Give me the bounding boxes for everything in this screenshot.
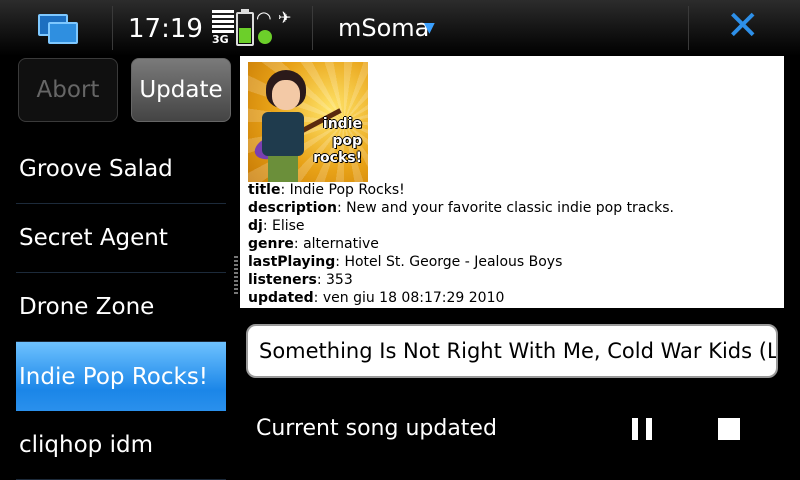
info-row-dj: dj: Elise <box>248 218 305 234</box>
now-playing-field[interactable]: Something Is Not Right With Me, Cold War… <box>246 324 778 378</box>
status-separator <box>688 6 689 50</box>
pause-button[interactable] <box>632 418 654 440</box>
status-separator <box>312 6 313 50</box>
cover-text: indie pop rocks! <box>313 116 362 166</box>
stop-button[interactable] <box>718 418 740 440</box>
status-bar: 17:19 3G ◠ ✈ mSoma ▼ ✕ <box>0 0 800 56</box>
battery-icon <box>236 9 254 46</box>
status-message: Current song updated <box>256 416 497 441</box>
clock: 17:19 <box>128 14 203 44</box>
station-item-groove-salad[interactable]: Groove Salad <box>16 135 226 204</box>
abort-button[interactable]: Abort <box>18 58 118 122</box>
network-type-label: 3G <box>212 33 229 46</box>
info-row-last-playing: lastPlaying: Hotel St. George - Jealous … <box>248 254 563 270</box>
splitter-handle[interactable] <box>234 256 238 296</box>
station-item-secret-agent[interactable]: Secret Agent <box>16 204 226 273</box>
station-item-drone-zone[interactable]: Drone Zone <box>16 273 226 342</box>
app-title-menu[interactable]: mSoma <box>338 14 429 42</box>
station-list: Groove Salad Secret Agent Drone Zone Ind… <box>16 135 226 480</box>
info-row-description: description: New and your favorite class… <box>248 200 674 216</box>
close-icon[interactable]: ✕ <box>726 6 760 46</box>
chevron-down-icon[interactable]: ▼ <box>424 20 435 36</box>
channel-details: title: Indie Pop Rocks! description: New… <box>248 181 674 307</box>
station-item-cliqhop-idm[interactable]: cliqhop idm <box>16 411 226 480</box>
info-row-genre: genre: alternative <box>248 236 379 252</box>
info-row-listeners: listeners: 353 <box>248 272 353 288</box>
channel-info-panel: indie pop rocks! title: Indie Pop Rocks!… <box>240 56 784 308</box>
info-row-updated: updated: ven giu 18 08:17:29 2010 <box>248 290 505 306</box>
info-row-title: title: Indie Pop Rocks! <box>248 182 405 198</box>
online-status-icon <box>258 30 272 44</box>
station-item-indie-pop-rocks[interactable]: Indie Pop Rocks! <box>16 342 226 411</box>
task-switcher-icon[interactable] <box>36 12 78 44</box>
channel-cover-image: indie pop rocks! <box>248 62 368 182</box>
update-button[interactable]: Update <box>131 58 231 122</box>
wifi-icon: ◠ <box>256 8 272 29</box>
satellite-icon: ✈ <box>278 8 292 27</box>
status-separator <box>112 6 113 50</box>
